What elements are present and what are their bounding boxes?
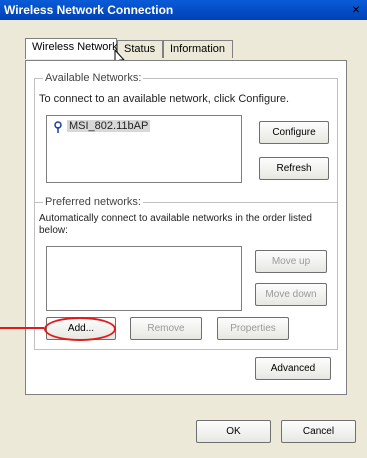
advanced-button[interactable]: Advanced <box>255 357 331 380</box>
move-up-button[interactable]: Move up <box>255 250 327 273</box>
tab-information[interactable]: Information <box>163 40 233 58</box>
available-networks-list[interactable]: MSI_802.11bAP <box>46 115 242 183</box>
tab-wireless-network[interactable]: Wireless Network <box>25 38 118 59</box>
network-list-item[interactable]: MSI_802.11bAP <box>67 120 151 132</box>
available-networks-group: Available Networks: To connect to an ava… <box>34 72 338 203</box>
preferred-description-line1: Automatically connect to available netwo… <box>39 213 312 224</box>
cancel-button[interactable]: Cancel <box>281 420 356 443</box>
preferred-networks-label: Preferred networks: <box>43 196 143 208</box>
dialog-window: Wireless Network Connection × Wireless N… <box>0 0 367 458</box>
refresh-button[interactable]: Refresh <box>259 157 329 180</box>
remove-button[interactable]: Remove <box>130 317 202 340</box>
configure-button[interactable]: Configure <box>259 121 329 144</box>
available-description: To connect to an available network, clic… <box>39 93 290 105</box>
close-icon[interactable]: × <box>349 2 363 16</box>
annotation-pointer-line <box>0 327 44 329</box>
tab-label: Status <box>124 43 156 55</box>
tab-panel: Available Networks: To connect to an ava… <box>25 60 347 395</box>
wireless-network-icon <box>54 121 62 133</box>
window-title: Wireless Network Connection <box>4 3 174 17</box>
tab-label: Information <box>170 43 226 55</box>
tab-label: Wireless Network <box>32 41 118 53</box>
preferred-description-line2: below: <box>39 225 68 236</box>
annotation-highlight-ellipse <box>44 317 116 341</box>
title-bar: Wireless Network Connection × <box>0 0 367 20</box>
move-down-button[interactable]: Move down <box>255 283 327 306</box>
properties-button[interactable]: Properties <box>217 317 289 340</box>
preferred-networks-list[interactable] <box>46 246 242 311</box>
ok-button[interactable]: OK <box>196 420 271 443</box>
available-networks-label: Available Networks: <box>43 72 144 84</box>
